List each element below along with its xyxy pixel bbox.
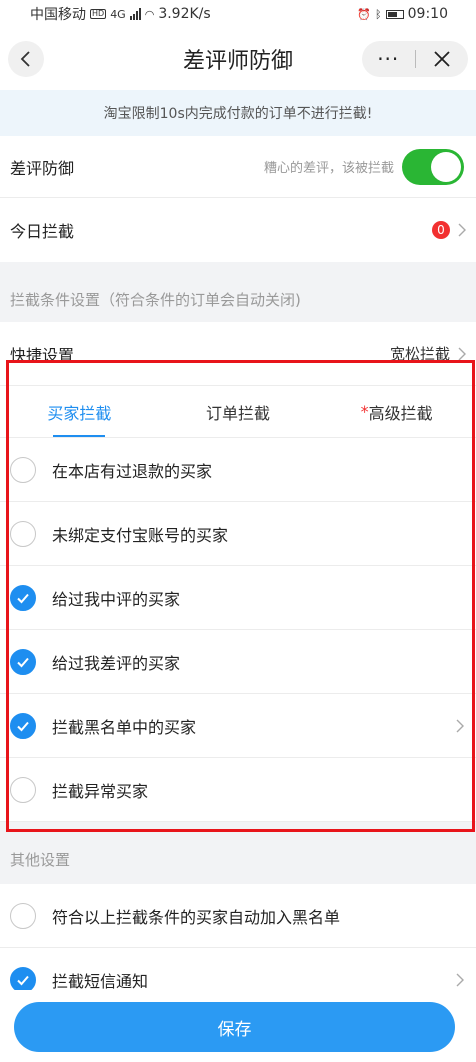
checkmark-icon [17, 657, 29, 667]
option-bad-review-buyer[interactable]: 给过我差评的买家 [0, 630, 476, 694]
radio-checked[interactable] [10, 966, 36, 993]
defense-row: 差评防御 糟心的差评，该被拦截 [0, 136, 476, 198]
defense-toggle[interactable] [402, 148, 464, 185]
radio-unchecked[interactable] [10, 520, 36, 547]
checkmark-icon [17, 593, 29, 603]
carrier-name: 中国移动 [30, 7, 86, 23]
checkmark-icon [17, 975, 29, 985]
option-blacklist-buyer[interactable]: 拦截黑名单中的买家 [0, 694, 476, 758]
radio-unchecked[interactable] [10, 776, 36, 803]
chevron-right-icon [458, 347, 466, 360]
radio-unchecked[interactable] [10, 456, 36, 483]
toggle-knob [431, 151, 461, 182]
status-bar: 中国移动 HD 4G ◠ 3.92K/s ⏰ ᛒ 09:10 [0, 0, 476, 28]
option-label: 在本店有过退款的买家 [52, 461, 213, 481]
network-type: 4G [110, 7, 126, 21]
tab-order-intercept[interactable]: 订单拦截 [159, 386, 318, 437]
checkmark-icon [17, 721, 29, 731]
defense-hint: 糟心的差评，该被拦截 [263, 161, 394, 176]
option-neutral-review-buyer[interactable]: 给过我中评的买家 [0, 566, 476, 630]
alarm-icon: ⏰ [357, 7, 372, 21]
save-button[interactable]: 保存 [14, 1002, 455, 1052]
nav-bar: 差评师防御 ··· [0, 28, 476, 90]
option-label: 拦截异常买家 [52, 781, 149, 801]
more-button[interactable]: ··· [362, 41, 415, 77]
wifi-icon: ◠ [144, 7, 155, 21]
other-section-title: 其他设置 [10, 851, 71, 869]
intercept-tabs: 买家拦截 订单拦截 * 高级拦截 [0, 386, 476, 438]
more-icon: ··· [377, 47, 400, 71]
mini-program-capsule: ··· [362, 41, 468, 77]
signal-icon [129, 8, 141, 20]
today-intercept-label: 今日拦截 [10, 222, 75, 241]
chevron-left-icon [20, 51, 30, 67]
tab-label: 订单拦截 [206, 403, 271, 423]
tab-label: 高级拦截 [368, 403, 433, 423]
option-label: 给过我中评的买家 [52, 589, 181, 609]
conditions-section-title: 拦截条件设置（符合条件的订单会自动关闭) [10, 291, 301, 309]
quick-settings-label: 快捷设置 [10, 345, 75, 365]
option-label: 未绑定支付宝账号的买家 [52, 525, 229, 545]
option-label: 拦截短信通知 [52, 971, 149, 991]
bluetooth-icon: ᛒ [375, 7, 382, 21]
tab-buyer-intercept[interactable]: 买家拦截 [0, 386, 159, 437]
back-button[interactable] [8, 41, 44, 77]
hd-icon: HD [90, 9, 107, 19]
bottom-bar: 保存 [0, 990, 476, 1062]
notice-banner: 淘宝限制10s内完成付款的订单不进行拦截! [0, 90, 476, 136]
radio-checked[interactable] [10, 584, 36, 611]
clock: 09:10 [407, 6, 448, 22]
battery-icon [385, 9, 404, 19]
chevron-right-icon [456, 973, 464, 986]
option-label: 拦截黑名单中的买家 [52, 717, 197, 737]
radio-checked[interactable] [10, 712, 36, 739]
page-title: 差评师防御 [182, 49, 293, 74]
close-icon [434, 51, 450, 67]
required-star: * [360, 402, 369, 421]
defense-label: 差评防御 [10, 158, 75, 178]
chevron-right-icon [456, 719, 464, 732]
tab-advanced-intercept[interactable]: * 高级拦截 [317, 386, 476, 437]
quick-settings-row[interactable]: 快捷设置 宽松拦截 [0, 322, 476, 386]
tab-label: 买家拦截 [47, 403, 112, 423]
chevron-right-icon [458, 223, 466, 237]
intercept-count-badge: 0 [432, 221, 450, 239]
option-label: 符合以上拦截条件的买家自动加入黑名单 [52, 907, 341, 927]
option-refund-buyer[interactable]: 在本店有过退款的买家 [0, 438, 476, 502]
option-abnormal-buyer[interactable]: 拦截异常买家 [0, 758, 476, 822]
radio-checked[interactable] [10, 648, 36, 675]
network-speed: 3.92K/s [158, 6, 211, 22]
option-label: 给过我差评的买家 [52, 653, 181, 673]
radio-unchecked[interactable] [10, 902, 36, 929]
option-no-alipay-buyer[interactable]: 未绑定支付宝账号的买家 [0, 502, 476, 566]
quick-settings-value: 宽松拦截 [389, 345, 450, 363]
close-button[interactable] [416, 41, 469, 77]
option-auto-blacklist[interactable]: 符合以上拦截条件的买家自动加入黑名单 [0, 884, 476, 948]
today-intercept-row[interactable]: 今日拦截 0 [0, 198, 476, 262]
